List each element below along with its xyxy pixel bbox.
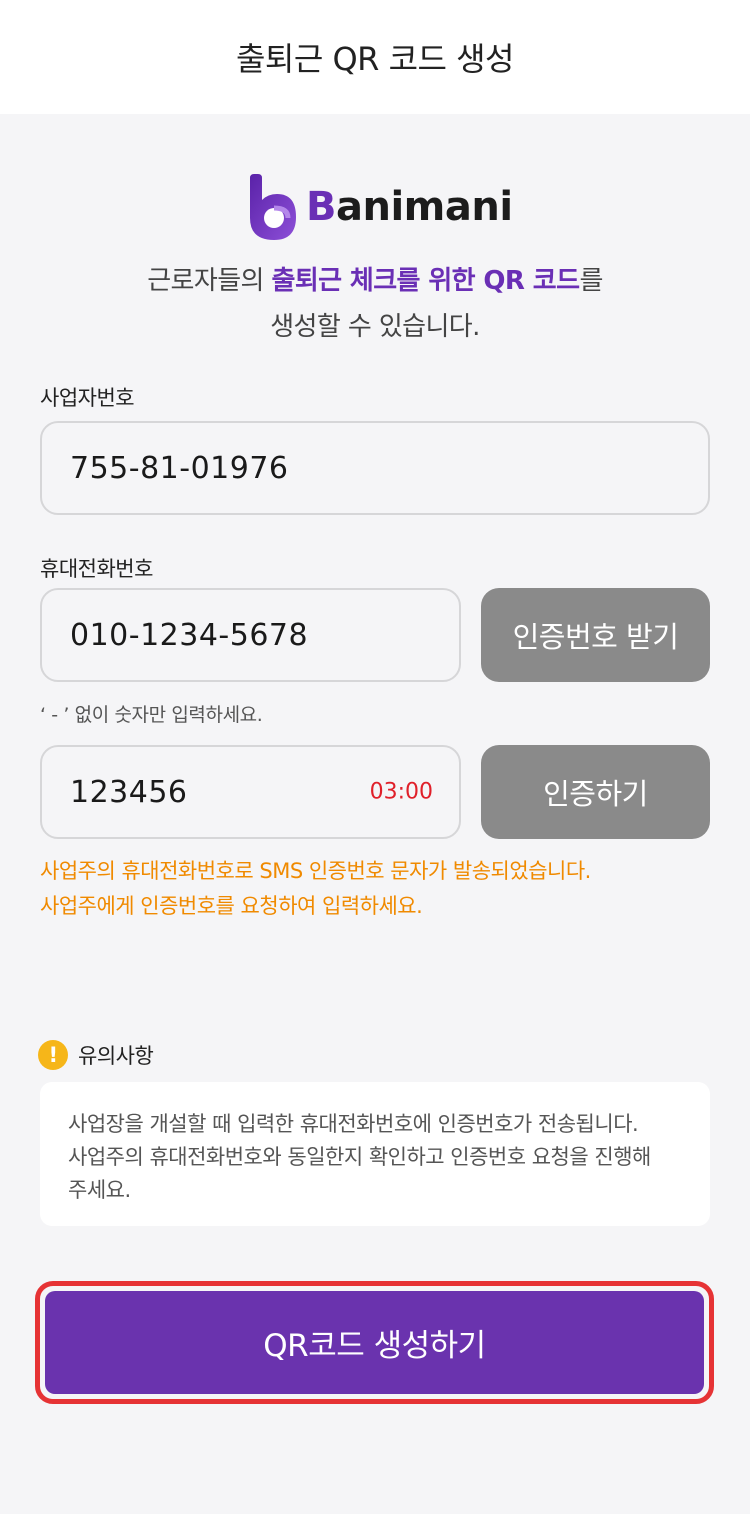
generate-qr-button[interactable]: QR코드 생성하기 [45,1291,704,1394]
phone-hint: ‘ - ’ 없이 숫자만 입력하세요. [40,704,263,726]
notice-box: 사업장을 개설할 때 입력한 휴대전화번호에 인증번호가 전송됩니다. 사업주의… [40,1082,710,1226]
notice-title: ! 유의사항 [38,1040,154,1070]
intro-text: 근로자들의 출퇴근 체크를 위한 QR 코드를 생성할 수 있습니다. [147,266,603,342]
business-number-field[interactable] [40,421,710,515]
countdown-timer: 03:00 [369,779,433,805]
logo-mark-icon [250,174,296,240]
verification-code-field[interactable]: 03:00 [40,745,461,839]
banimani-logo: Banimani [244,172,513,242]
verify-button[interactable]: 인증하기 [481,745,710,839]
phone-number-label: 휴대전화번호 [40,557,153,581]
app-header: 출퇴근 QR 코드 생성 [0,0,750,114]
request-code-button[interactable]: 인증번호 받기 [481,588,710,682]
business-number-input[interactable] [70,450,708,486]
phone-number-field[interactable] [40,588,461,682]
exclamation-icon: ! [38,1040,68,1070]
sms-sent-message: 사업주의 휴대전화번호로 SMS 인증번호 문자가 발송되었습니다. 사업주에게… [40,859,591,918]
intro-highlight: 출퇴근 체크를 위한 QR 코드 [271,266,581,296]
phone-number-input[interactable] [70,617,459,653]
logo-wordmark: Banimani [306,184,513,230]
page-title: 출퇴근 QR 코드 생성 [235,40,515,78]
business-number-label: 사업자번호 [40,386,135,410]
